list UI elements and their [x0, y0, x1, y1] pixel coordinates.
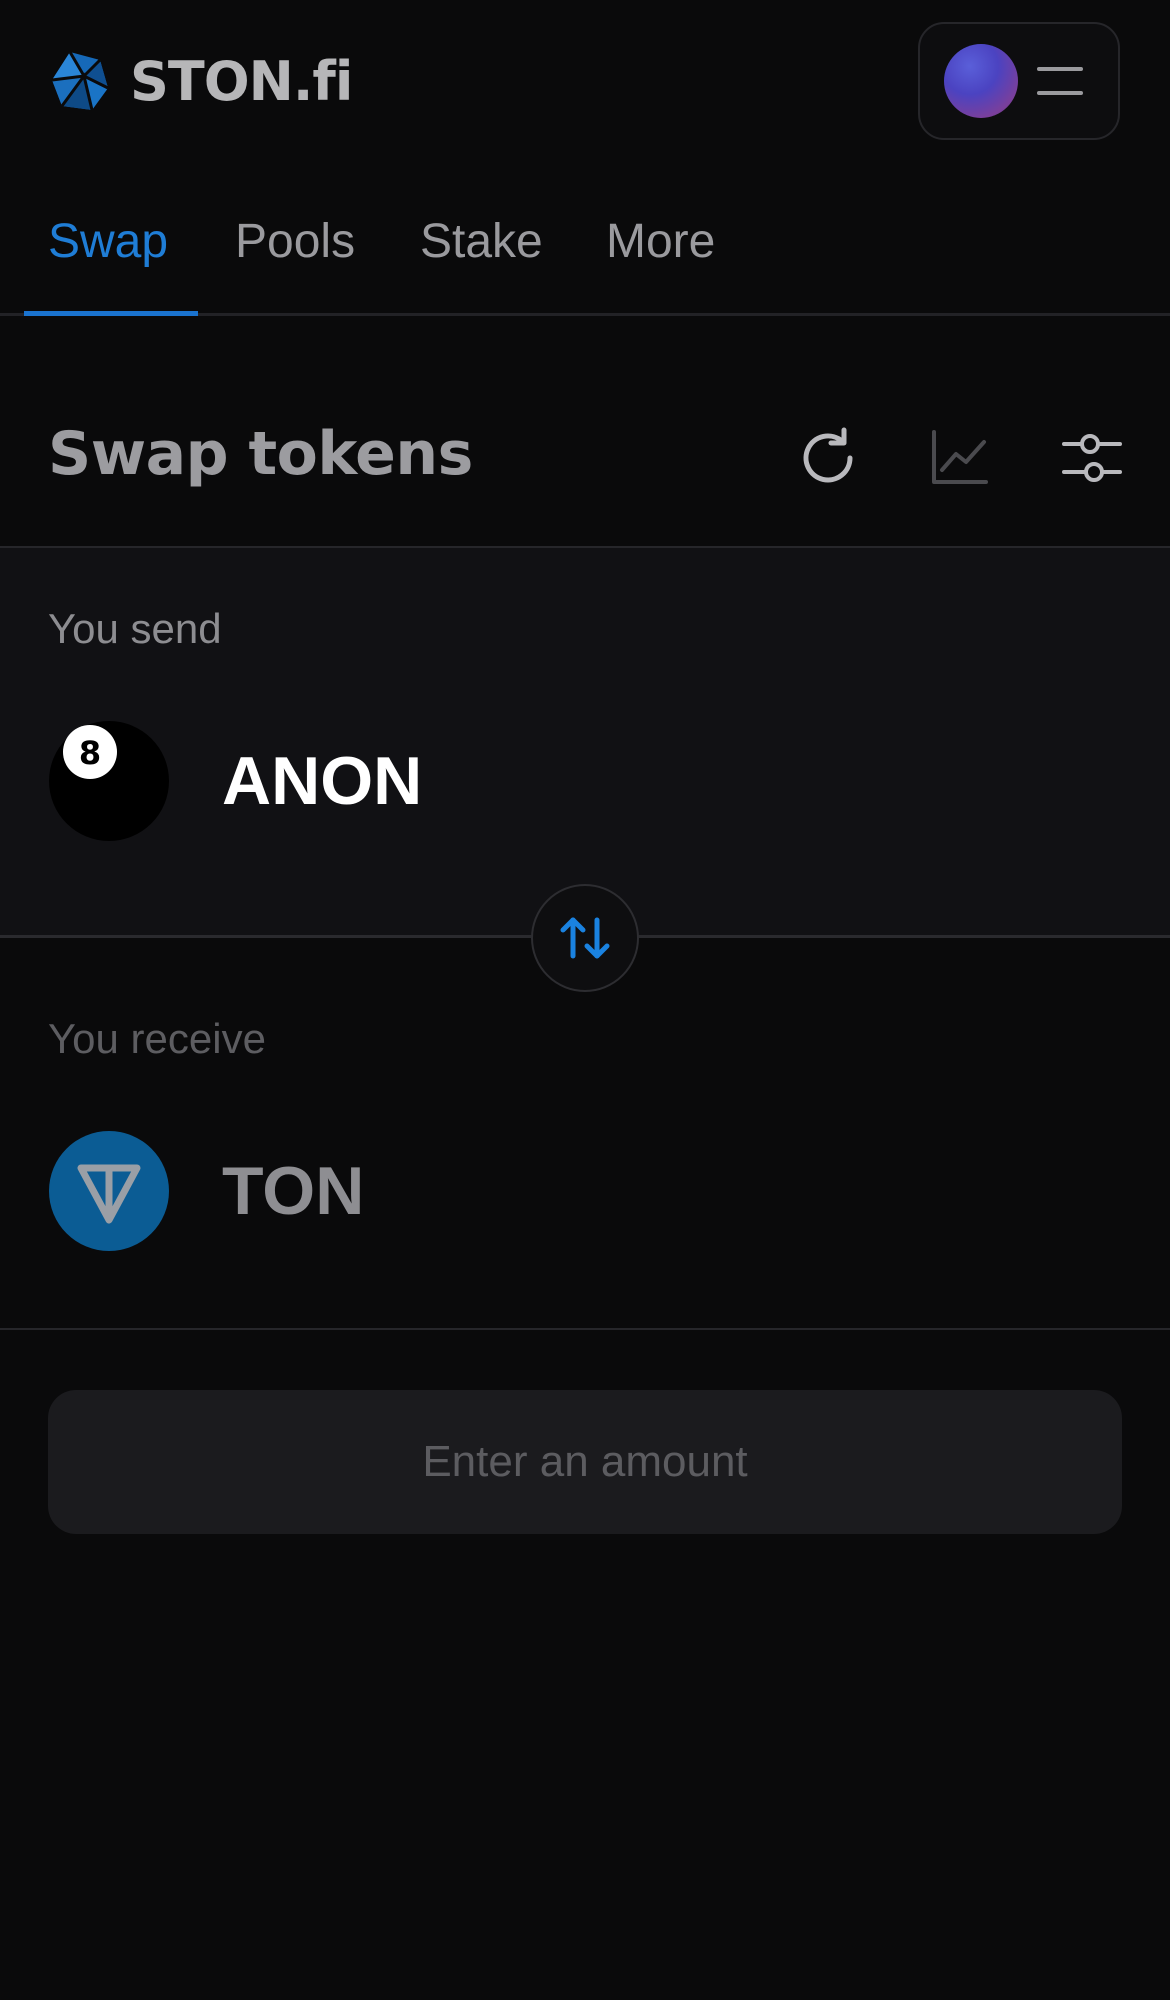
page-title: Swap tokens	[48, 419, 473, 489]
eight-ball-icon: 8	[49, 721, 169, 841]
tab-pools[interactable]: Pools	[235, 218, 355, 266]
settings-sliders-icon[interactable]	[1060, 426, 1124, 490]
avatar	[944, 44, 1018, 118]
send-panel[interactable]: You send 8 ANON	[0, 548, 1170, 938]
logo-text: STON.fi	[130, 50, 353, 113]
active-tab-indicator	[24, 311, 198, 316]
enter-amount-button[interactable]: Enter an amount	[48, 1390, 1122, 1534]
menu-icon	[1037, 67, 1083, 95]
tab-swap[interactable]: Swap	[48, 218, 168, 266]
send-token-symbol: ANON	[222, 743, 423, 819]
swap-arrows-icon	[560, 917, 610, 959]
send-token-selector[interactable]: 8 ANON	[48, 720, 422, 842]
switch-direction-button[interactable]	[531, 884, 639, 992]
tab-more[interactable]: More	[606, 218, 715, 266]
ton-icon	[49, 1131, 169, 1251]
swap-header: Swap tokens	[0, 400, 1170, 548]
tab-stake[interactable]: Stake	[420, 218, 543, 266]
chart-icon[interactable]	[928, 426, 992, 490]
receive-token-symbol: TON	[222, 1153, 365, 1229]
send-label: You send	[48, 605, 222, 652]
receive-panel[interactable]: You receive TON	[0, 938, 1170, 1330]
refresh-icon[interactable]	[796, 426, 860, 490]
logo[interactable]: STON.fi	[48, 50, 353, 114]
svg-text:8: 8	[79, 734, 101, 772]
ston-logo-icon	[51, 51, 109, 111]
receive-label: You receive	[48, 1015, 266, 1062]
receive-token-selector[interactable]: TON	[48, 1130, 364, 1252]
app-header: STON.fi	[0, 0, 1170, 165]
main-tabs: Swap Pools Stake More	[0, 200, 1170, 316]
wallet-menu-button[interactable]	[918, 22, 1120, 140]
